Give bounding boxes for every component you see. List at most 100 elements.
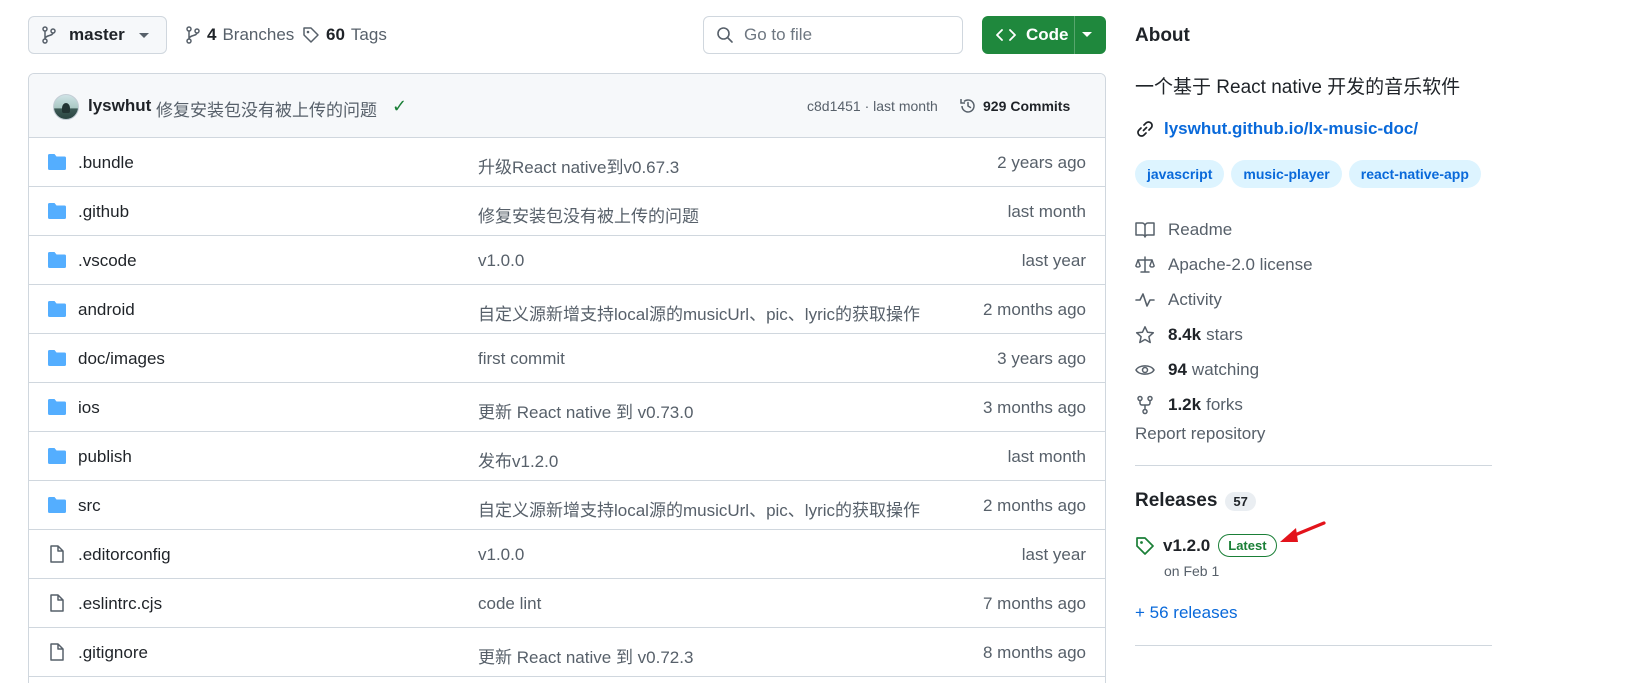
stars-link[interactable]: 8.4k stars — [1135, 317, 1492, 352]
file-icon — [50, 643, 64, 661]
file-row[interactable]: doc/images first commit 3 years ago — [29, 334, 1105, 383]
repo-toolbar: master 4 Branches 60 Tags Code — [28, 16, 1106, 54]
file-name-link[interactable]: android — [78, 300, 135, 320]
file-commit-time: 7 months ago — [982, 594, 1086, 613]
file-commit-time: 3 years ago — [997, 349, 1086, 368]
file-name-link[interactable]: .github — [78, 202, 129, 222]
go-to-file-search[interactable] — [703, 16, 963, 54]
watching-count: 94 — [1168, 359, 1187, 379]
file-commit-message-link[interactable]: 发布v1.2.0 — [478, 447, 558, 472]
file-commit-message-link[interactable]: 升级React native到v0.67.3 — [478, 153, 679, 178]
file-row[interactable]: android 自定义源新增支持local源的musicUrl、pic、lyric… — [29, 285, 1105, 334]
file-commit-message-link[interactable]: 更新 React native 到 v0.72.3 — [478, 643, 693, 668]
file-row[interactable]: ios 更新 React native 到 v0.73.0 3 months ago — [29, 383, 1105, 432]
file-name-link[interactable]: .eslintrc.cjs — [78, 594, 162, 614]
go-to-file-input[interactable] — [744, 25, 944, 45]
folder-icon — [48, 497, 66, 513]
file-commit-time: last year — [1021, 251, 1086, 270]
branches-link[interactable]: 4 Branches — [185, 16, 294, 54]
folder-icon — [48, 252, 66, 268]
releases-heading: Releases — [1135, 490, 1218, 511]
annotation-arrow-icon — [1280, 521, 1326, 542]
file-icon — [50, 594, 64, 612]
activity-link[interactable]: Activity — [1135, 282, 1492, 317]
file-commit-message-link[interactable]: 修复安装包没有被上传的问题 — [478, 202, 699, 227]
file-name-link[interactable]: .editorconfig — [78, 545, 171, 565]
law-scale-icon — [1135, 255, 1155, 275]
sidebar-divider — [1135, 465, 1492, 466]
file-row[interactable]: .editorconfig v1.0.0 last year — [29, 530, 1105, 579]
author-avatar[interactable] — [53, 94, 79, 120]
tags-link[interactable]: 60 Tags — [302, 16, 387, 54]
file-list: .bundle 升级React native到v0.67.3 2 years ago… — [29, 138, 1105, 677]
file-commit-message-link[interactable]: code lint — [478, 594, 541, 614]
file-name-link[interactable]: .gitignore — [78, 643, 148, 663]
check-status-icon[interactable]: ✓ — [392, 96, 407, 117]
git-branch-icon — [186, 26, 200, 44]
file-row[interactable]: .github 修复安装包没有被上传的问题 last month — [29, 187, 1105, 236]
commits-count: 929 — [983, 98, 1007, 114]
homepage-link[interactable]: lyswhut.github.io/lx-music-doc/ — [1135, 119, 1418, 139]
code-button[interactable]: Code — [982, 16, 1106, 54]
commits-history-link[interactable]: 929 Commits — [959, 94, 1070, 118]
eye-icon — [1135, 360, 1155, 380]
latest-release-version: v1.2.0 — [1163, 535, 1211, 555]
file-name-link[interactable]: src — [78, 496, 101, 516]
file-name-link[interactable]: .bundle — [78, 153, 134, 173]
file-commit-message-link[interactable]: first commit — [478, 349, 565, 369]
forks-link[interactable]: 1.2k forks — [1135, 387, 1492, 422]
branches-label: Branches — [222, 25, 295, 44]
latest-release-date: on Feb 1 — [1164, 563, 1220, 579]
topic-tag[interactable]: react-native-app — [1348, 160, 1481, 188]
watching-label: watching — [1191, 359, 1260, 379]
stars-count: 8.4k — [1168, 324, 1202, 344]
file-row[interactable]: .vscode v1.0.0 last year — [29, 236, 1105, 285]
topic-tag[interactable]: music-player — [1231, 160, 1342, 188]
file-commit-message-link[interactable]: 自定义源新增支持local源的musicUrl、pic、lyric的获取操作 — [478, 496, 920, 521]
file-icon — [50, 545, 64, 563]
more-releases-link[interactable]: + 56 releases — [1135, 603, 1238, 623]
license-label: Apache-2.0 license — [1168, 254, 1313, 274]
latest-release-link[interactable]: v1.2.0 Latest — [1135, 534, 1277, 557]
license-link[interactable]: Apache-2.0 license — [1135, 247, 1492, 282]
file-commit-time: last month — [1007, 202, 1086, 221]
sidebar-divider — [1135, 645, 1492, 646]
watching-link[interactable]: 94 watching — [1135, 352, 1492, 387]
tag-icon — [303, 27, 319, 43]
chevron-down-icon[interactable] — [1082, 32, 1092, 37]
file-row[interactable]: .eslintrc.cjs code lint 7 months ago — [29, 579, 1105, 628]
latest-badge: Latest — [1218, 534, 1277, 557]
file-commit-message-link[interactable]: v1.0.0 — [478, 251, 524, 271]
file-row[interactable]: .bundle 升级React native到v0.67.3 2 years ago — [29, 138, 1105, 187]
code-button-label: Code — [1026, 25, 1069, 44]
folder-icon — [48, 203, 66, 219]
file-commit-time: last month — [1007, 447, 1086, 466]
chevron-down-icon — [138, 32, 149, 38]
code-button-divider — [1074, 16, 1075, 54]
folder-icon — [48, 301, 66, 317]
file-name-link[interactable]: publish — [78, 447, 132, 467]
topic-tag[interactable]: javascript — [1135, 160, 1225, 188]
book-icon — [1135, 220, 1155, 240]
file-name-link[interactable]: ios — [78, 398, 100, 418]
file-commit-message-link[interactable]: 自定义源新增支持local源的musicUrl、pic、lyric的获取操作 — [478, 300, 920, 325]
releases-heading-link[interactable]: Releases 57 — [1135, 490, 1256, 512]
branches-count: 4 — [207, 25, 217, 44]
about-sidebar: About 一个基于 React native 开发的音乐软件 lyswhut.… — [1135, 0, 1492, 683]
commit-hash-time[interactable]: c8d1451 · last month — [807, 98, 938, 114]
report-repository-link[interactable]: Report repository — [1135, 424, 1265, 444]
commit-author-link[interactable]: lyswhut — [88, 96, 151, 116]
branch-selector-button[interactable]: master — [28, 16, 167, 54]
latest-commit-bar: lyswhut 修复安装包没有被上传的问题 ✓ c8d1451 · last m… — [29, 74, 1105, 138]
file-row[interactable]: .gitignore 更新 React native 到 v0.72.3 8 mon… — [29, 628, 1105, 677]
file-row[interactable]: publish 发布v1.2.0 last month — [29, 432, 1105, 481]
file-commit-message-link[interactable]: v1.0.0 — [478, 545, 524, 565]
branch-name: master — [69, 25, 125, 44]
file-row[interactable]: src 自定义源新增支持local源的musicUrl、pic、lyric的获取操… — [29, 481, 1105, 530]
git-branch-icon — [42, 26, 56, 44]
file-name-link[interactable]: .vscode — [78, 251, 137, 271]
readme-link[interactable]: Readme — [1135, 212, 1492, 247]
file-name-link[interactable]: doc/images — [78, 349, 165, 369]
file-commit-message-link[interactable]: 更新 React native 到 v0.73.0 — [478, 398, 693, 423]
commit-message-link[interactable]: 修复安装包没有被上传的问题 — [156, 96, 377, 121]
